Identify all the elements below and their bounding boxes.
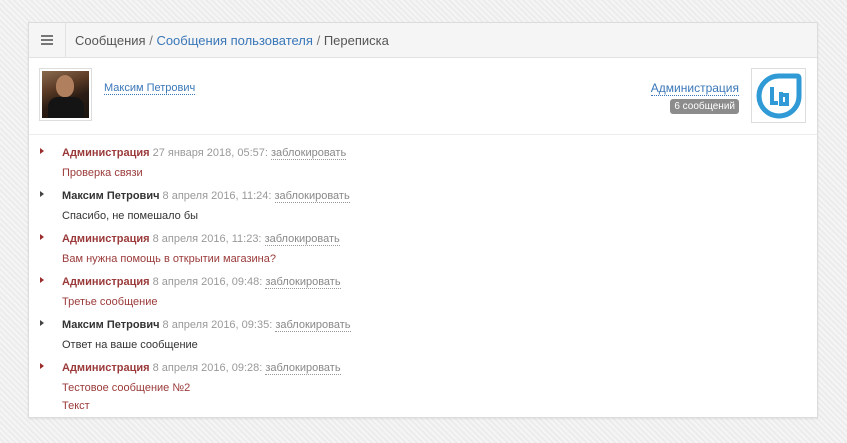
- message-date: 8 апреля 2016, 09:35:: [162, 319, 273, 331]
- menu-button[interactable]: [29, 22, 66, 58]
- participants-bar: Максим Петрович Администрация 6 сообщени…: [29, 58, 817, 135]
- user-avatar[interactable]: [39, 68, 92, 121]
- hamburger-icon: [41, 35, 53, 45]
- caret-right-icon: [40, 320, 44, 326]
- breadcrumb-current: Переписка: [323, 32, 389, 48]
- message-meta: Максим Петрович 8 апреля 2016, 09:35: за…: [62, 318, 817, 333]
- block-link[interactable]: заблокировать: [265, 362, 341, 375]
- message-line: Тестовое сообщение №2: [62, 382, 191, 394]
- message-author: Максим Петрович: [62, 319, 160, 331]
- message-author: Максим Петрович: [62, 190, 160, 202]
- caret-right-icon: [40, 148, 44, 154]
- block-link[interactable]: заблокировать: [274, 190, 350, 203]
- breadcrumb-separator: /: [149, 32, 153, 48]
- user-photo: [42, 71, 89, 118]
- message-date: 8 апреля 2016, 09:48:: [152, 276, 263, 288]
- user-name-link[interactable]: Максим Петрович: [104, 82, 196, 95]
- message-item: Администрация 27 января 2018, 05:57: заб…: [39, 146, 817, 182]
- message-date: 8 апреля 2016, 11:24:: [162, 190, 272, 202]
- message-item: Максим Петрович 8 апреля 2016, 09:35: за…: [39, 318, 817, 354]
- breadcrumb-separator: /: [316, 32, 321, 48]
- block-link[interactable]: заблокировать: [275, 319, 351, 332]
- message-item: Максим Петрович 8 апреля 2016, 11:24: за…: [39, 189, 817, 225]
- message-text: Тестовое сообщение №2 Текст: [62, 379, 817, 415]
- message-text: Проверка связи: [62, 164, 817, 182]
- message-meta: Администрация 8 апреля 2016, 09:28: забл…: [62, 361, 817, 376]
- message-author: Администрация: [62, 276, 150, 288]
- message-text: Вам нужна помощь в открытии магазина?: [62, 250, 817, 268]
- block-link[interactable]: заблокировать: [265, 276, 341, 289]
- admin-logo-icon: [756, 73, 801, 118]
- message-author: Администрация: [62, 362, 150, 374]
- message-count-badge: 6 сообщений: [670, 99, 739, 114]
- message-text: Спасибо, не помешало бы: [62, 207, 817, 225]
- message-text: Ответ на ваше сообщение: [62, 336, 817, 354]
- message-line: Третье сообщение: [62, 296, 158, 308]
- message-text: Третье сообщение: [62, 293, 817, 311]
- block-link[interactable]: заблокировать: [271, 147, 347, 160]
- block-link[interactable]: заблокировать: [264, 233, 340, 246]
- message-item: Администрация 8 апреля 2016, 09:48: забл…: [39, 275, 817, 311]
- breadcrumb-user-messages-link[interactable]: Сообщения пользователя: [156, 33, 313, 48]
- message-meta: Администрация 8 апреля 2016, 11:23: забл…: [62, 232, 817, 247]
- message-list: Администрация 27 января 2018, 05:57: заб…: [29, 135, 817, 415]
- breadcrumb-root: Сообщения: [75, 32, 146, 48]
- message-item: Администрация 8 апреля 2016, 11:23: забл…: [39, 232, 817, 268]
- message-author: Администрация: [62, 147, 150, 159]
- message-line: Вам нужна помощь в открытии магазина?: [62, 253, 276, 265]
- caret-right-icon: [40, 234, 44, 240]
- panel-header: Сообщения / Сообщения пользователя / Пер…: [29, 22, 817, 58]
- message-meta: Администрация 8 апреля 2016, 09:48: забл…: [62, 275, 817, 290]
- message-meta: Администрация 27 января 2018, 05:57: заб…: [62, 146, 817, 161]
- message-date: 8 апреля 2016, 11:23:: [152, 233, 262, 245]
- message-line: Проверка связи: [62, 167, 143, 179]
- message-author: Администрация: [62, 233, 150, 245]
- caret-right-icon: [40, 191, 44, 197]
- message-line: Текст: [62, 400, 90, 412]
- message-line: Ответ на ваше сообщение: [62, 339, 198, 351]
- caret-right-icon: [40, 363, 44, 369]
- message-item: Администрация 8 апреля 2016, 09:28: забл…: [39, 361, 817, 415]
- message-meta: Максим Петрович 8 апреля 2016, 11:24: за…: [62, 189, 817, 204]
- conversation-panel: Сообщения / Сообщения пользователя / Пер…: [28, 22, 818, 418]
- caret-right-icon: [40, 277, 44, 283]
- message-line: Спасибо, не помешало бы: [62, 210, 199, 222]
- message-date: 8 апреля 2016, 09:28:: [152, 362, 263, 374]
- breadcrumb: Сообщения / Сообщения пользователя / Пер…: [66, 33, 389, 48]
- admin-avatar[interactable]: [751, 68, 806, 123]
- message-date: 27 января 2018, 05:57:: [152, 147, 268, 159]
- admin-name-link[interactable]: Администрация: [650, 81, 739, 96]
